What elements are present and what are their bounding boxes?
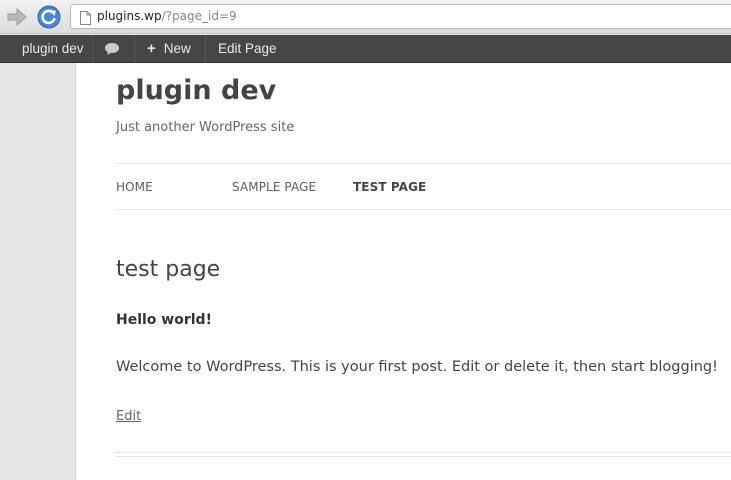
url-path: /?page_id=9 [161,9,237,23]
footer-divider [116,452,731,453]
nav-item-sample-page[interactable]: SAMPLE PAGE [232,180,316,194]
admin-bar-divider [134,35,135,63]
forward-arrow-icon[interactable] [6,7,28,27]
admin-bar-divider [92,35,93,63]
edit-link[interactable]: Edit [116,409,141,424]
nav-item-test-page[interactable]: TEST PAGE [353,180,426,194]
url-host: plugins.wp [97,9,162,23]
url-text: plugins.wp/?page_id=9 [97,9,237,23]
reload-icon[interactable] [37,5,61,29]
nav-item-home[interactable]: HOME [116,180,153,194]
nav-divider-top [116,163,731,164]
browser-toolbar: plugins.wp/?page_id=9 [0,0,731,34]
entry-title: test page [116,257,221,282]
entry-bold-text: Hello world! [116,312,212,328]
wp-admin-bar: plugin dev + New Edit Page [0,35,731,63]
admin-bar-new-label: New [163,41,191,56]
nav-divider-bottom [116,209,731,210]
site-description: Just another WordPress site [116,120,295,135]
plus-icon: + [147,40,156,57]
entry-body: Welcome to WordPress. This is your first… [116,359,718,375]
admin-bar-site-name[interactable]: plugin dev [22,35,84,63]
comments-icon[interactable] [104,35,124,63]
footer-divider [116,456,731,457]
site-title[interactable]: plugin dev [116,75,276,106]
admin-bar-new[interactable]: + New [147,35,191,63]
address-bar[interactable]: plugins.wp/?page_id=9 [70,4,731,29]
admin-bar-edit-page[interactable]: Edit Page [218,35,277,63]
page-icon [80,10,91,25]
admin-bar-divider [205,35,206,63]
page-content: plugin dev Just another WordPress site H… [75,63,731,480]
